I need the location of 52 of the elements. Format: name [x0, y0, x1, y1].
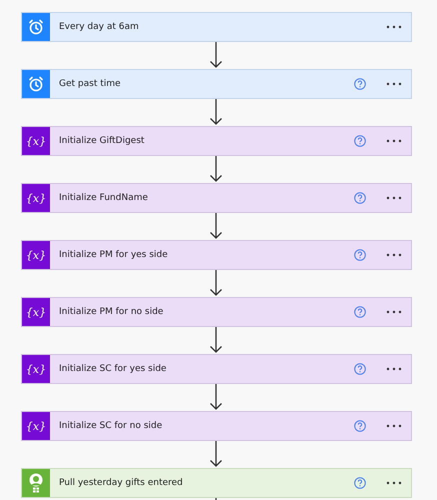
action-title: Initialize SC for no side — [59, 421, 164, 431]
help-icon[interactable] — [354, 363, 366, 375]
variable-icon: {x} — [26, 362, 46, 376]
action-card[interactable]: {x} Initialize FundName — [21, 183, 412, 213]
more-options-icon[interactable] — [386, 139, 402, 143]
variable-icon: {x} — [26, 306, 46, 318]
more-options-icon[interactable] — [386, 25, 402, 29]
connector-arrow — [209, 441, 223, 468]
action-card[interactable]: {x} Initialize GiftDigest — [21, 126, 412, 156]
alarm-clock-icon — [28, 76, 44, 92]
help-icon[interactable] — [354, 420, 366, 432]
more-options-icon[interactable] — [386, 424, 402, 428]
connector-arrow — [209, 99, 223, 126]
help-icon[interactable] — [354, 477, 366, 489]
action-title: Every day at 6am — [59, 22, 140, 32]
variable-icon: {x} — [26, 192, 46, 204]
action-title: Initialize SC for yes side — [59, 364, 168, 374]
help-icon[interactable] — [354, 306, 366, 318]
action-title: Pull yesterday gifts entered — [59, 478, 184, 488]
connector-arrow — [209, 156, 223, 183]
connector-arrow — [209, 213, 223, 240]
more-options-icon[interactable] — [386, 367, 402, 371]
help-icon[interactable] — [354, 135, 366, 147]
action-card[interactable]: {x} Initialize PM for yes side — [21, 240, 412, 270]
action-card[interactable]: {x} Initialize PM for no side — [21, 297, 412, 327]
action-title: Get past time — [59, 79, 122, 89]
connector-arrow — [209, 42, 223, 69]
action-card[interactable]: Every day at 6am — [21, 12, 412, 42]
more-options-icon[interactable] — [386, 196, 402, 200]
more-options-icon[interactable] — [386, 310, 402, 314]
action-card[interactable]: Get past time — [21, 69, 412, 99]
alarm-clock-icon — [28, 19, 44, 35]
action-title: Initialize GiftDigest — [59, 136, 146, 146]
person-gift-icon — [27, 473, 45, 493]
action-card[interactable]: Pull yesterday gifts entered — [21, 468, 412, 498]
action-card[interactable]: {x} Initialize SC for yes side — [21, 354, 412, 384]
connector-arrow — [209, 384, 223, 411]
help-icon[interactable] — [354, 192, 366, 204]
more-options-icon[interactable] — [386, 253, 402, 257]
action-title: Initialize PM for yes side — [59, 250, 169, 260]
action-title: Initialize PM for no side — [59, 307, 164, 317]
variable-icon: {x} — [26, 248, 46, 262]
help-icon[interactable] — [354, 249, 366, 261]
action-card[interactable]: {x} Initialize SC for no side — [21, 411, 412, 441]
more-options-icon[interactable] — [386, 481, 402, 485]
connector-arrow — [209, 270, 223, 297]
action-title: Initialize FundName — [59, 193, 149, 203]
variable-icon: {x} — [26, 134, 46, 148]
variable-icon: {x} — [26, 420, 46, 432]
connector-arrow — [209, 327, 223, 354]
help-icon[interactable] — [354, 78, 366, 90]
more-options-icon[interactable] — [386, 82, 402, 86]
